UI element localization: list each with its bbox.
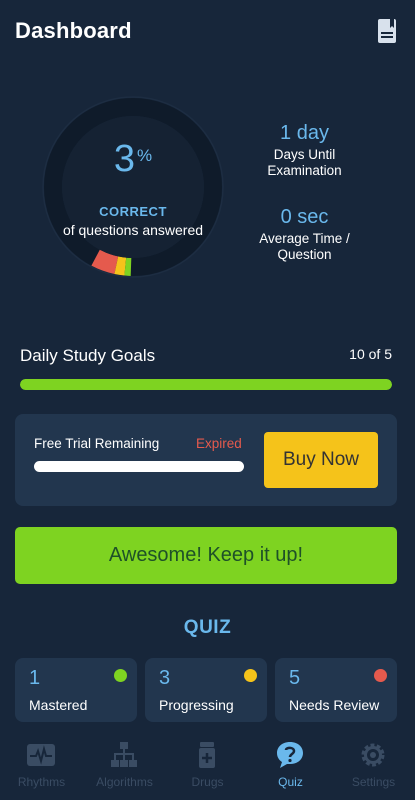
quiz-card-label: Progressing [159,697,234,713]
free-trial-card: Free Trial Remaining Expired Buy Now [15,414,397,506]
book-icon[interactable] [377,18,397,44]
keep-it-up-button[interactable]: Awesome! Keep it up! [15,527,397,584]
quiz-card-count: 5 [289,667,301,689]
average-time-value: 0 sec [280,206,329,228]
quiz-section-title: QUIZ [183,617,232,638]
daily-goals-progress-bar [20,379,392,390]
daily-goals-count: 10 of 5 [349,346,392,362]
status-dot-red [374,669,387,682]
nav-item-label: Algorithms [96,775,153,789]
gauge-segment-red [91,249,119,275]
pill-bottle-icon [199,742,215,768]
quiz-card-needs-review[interactable]: 5 Needs Review [275,658,397,722]
percent-value: 3 [113,138,135,180]
correct-label: CORRECT [99,204,167,219]
status-dot-green [114,669,127,682]
nav-item-label: Settings [351,775,396,789]
nav-item-quiz[interactable]: Quiz [249,733,332,800]
average-time-stat: 0 sec Average Time / Question [242,206,367,263]
nav-item-rhythms[interactable]: Rhythms [0,733,83,800]
status-dot-yellow [244,669,257,682]
quiz-card-progressing[interactable]: 3 Progressing [145,658,267,722]
nav-item-drugs[interactable]: Drugs [166,733,249,800]
percent-readout: 3% [62,138,204,181]
nav-item-label: Quiz [278,775,303,789]
bottom-nav: Rhythms Algorithms Drugs Quiz Settings [0,733,415,800]
nav-item-label: Rhythms [17,775,66,789]
average-time-label: Average Time / Question [259,231,350,262]
question-bubble-icon [277,742,303,768]
nav-item-algorithms[interactable]: Algorithms [83,733,166,800]
ecg-icon [27,744,55,766]
free-trial-status: Expired [196,436,242,451]
daily-goals-progress-fill [20,379,392,390]
nav-item-settings[interactable]: Settings [332,733,415,800]
quiz-card-label: Mastered [29,697,88,713]
days-until-exam-value: 1 day [280,122,329,144]
gauge-segment-yellow [114,256,127,276]
nav-item-label: Drugs [191,775,224,789]
gear-icon [361,743,385,767]
flowchart-icon [111,742,137,767]
quiz-card-mastered[interactable]: 1 Mastered [15,658,137,722]
header: Dashboard [0,0,415,64]
progress-gauge: 3% CORRECT of questions answered [42,96,224,278]
correct-description: of questions answered [62,222,204,238]
free-trial-label: Free Trial Remaining [34,436,160,451]
gauge-center: 3% CORRECT of questions answered [62,116,204,258]
quiz-card-count: 3 [159,667,171,689]
page-title: Dashboard [15,18,132,43]
percent-sign: % [137,146,153,165]
days-until-exam-label: Days Until Examination [267,147,342,178]
buy-now-button[interactable]: Buy Now [264,432,378,488]
days-until-exam-stat: 1 day Days Until Examination [242,122,367,179]
daily-goals-title: Daily Study Goals [20,346,156,365]
free-trial-progress-bar [34,461,244,472]
quiz-card-count: 1 [29,667,41,689]
quiz-card-label: Needs Review [289,697,380,713]
